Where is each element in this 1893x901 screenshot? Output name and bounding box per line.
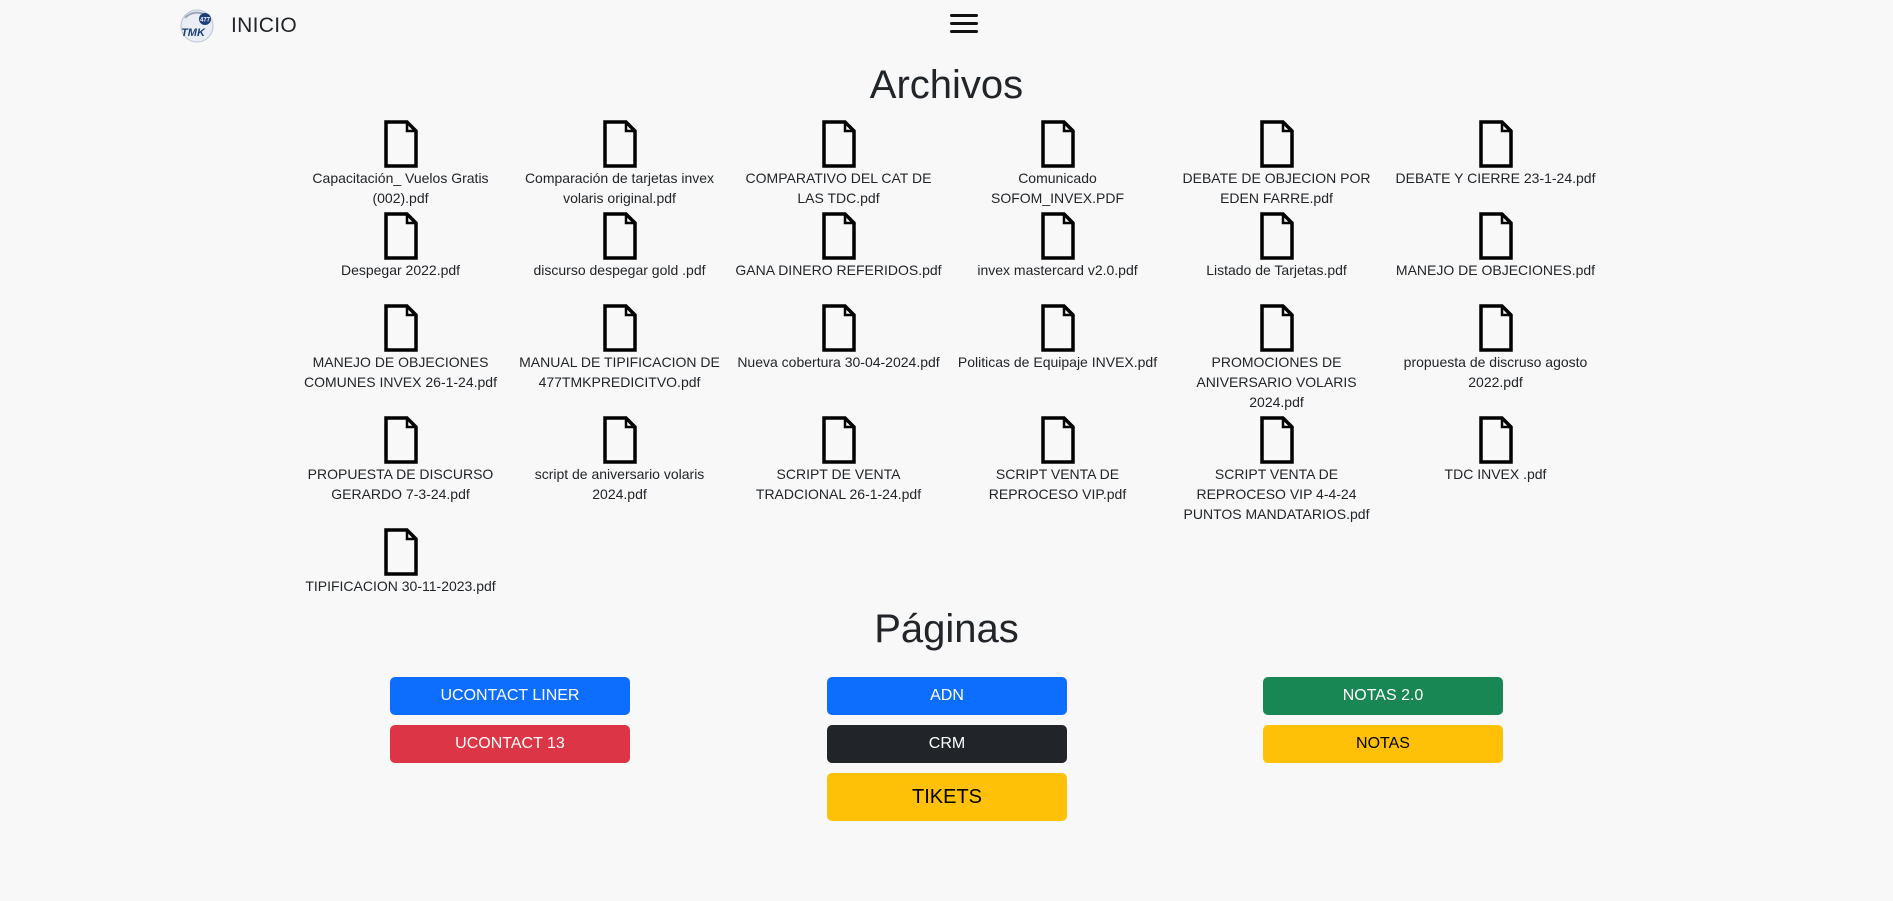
file-item[interactable]: Despegar 2022.pdf <box>291 212 510 280</box>
brand-logo: 477 TMK <box>177 8 217 44</box>
file-item[interactable]: TDC INVEX .pdf <box>1386 416 1605 484</box>
file-item[interactable]: GANA DINERO REFERIDOS.pdf <box>729 212 948 280</box>
svg-text:477: 477 <box>200 18 211 24</box>
brand-label: INICIO <box>231 14 297 37</box>
file-icon <box>821 304 856 352</box>
file-name: Capacitación_ Vuelos Gratis (002).pdf <box>312 170 489 206</box>
ucontact-13-button[interactable]: UCONTACT 13 <box>390 725 630 763</box>
crm-button[interactable]: CRM <box>827 725 1067 763</box>
file-item[interactable]: propuesta de discruso agosto 2022.pdf <box>1386 304 1605 392</box>
file-name: invex mastercard v2.0.pdf <box>977 262 1138 278</box>
file-name: SCRIPT VENTA DE REPROCESO VIP.pdf <box>988 466 1127 502</box>
file-name: TDC INVEX .pdf <box>1444 466 1547 482</box>
file-name: script de aniversario volaris 2024.pdf <box>534 466 705 502</box>
file-icon <box>383 212 418 260</box>
file-item[interactable]: MANUAL DE TIPIFICACION DE 477TMKPREDICIT… <box>510 304 729 392</box>
file-name: DEBATE DE OBJECION POR EDEN FARRE.pdf <box>1182 170 1371 206</box>
file-item[interactable]: Comparación de tarjetas invex volaris or… <box>510 120 729 208</box>
file-name: Despegar 2022.pdf <box>340 262 461 278</box>
file-name: MANEJO DE OBJECIONES COMUNES INVEX 26-1-… <box>304 354 497 390</box>
file-icon <box>1478 212 1513 260</box>
file-icon <box>1040 212 1075 260</box>
file-name: MANUAL DE TIPIFICACION DE 477TMKPREDICIT… <box>519 354 720 390</box>
file-item[interactable]: Comunicado SOFOM_INVEX.PDF <box>948 120 1167 208</box>
file-icon <box>821 212 856 260</box>
file-item[interactable]: SCRIPT VENTA DE REPROCESO VIP 4-4-24 PUN… <box>1167 416 1386 524</box>
file-name: Comparación de tarjetas invex volaris or… <box>524 170 715 206</box>
file-item[interactable]: invex mastercard v2.0.pdf <box>948 212 1167 280</box>
file-item[interactable]: PROMOCIONES DE ANIVERSARIO VOLARIS 2024.… <box>1167 304 1386 412</box>
files-section-title: Archivos <box>869 63 1024 107</box>
notas-2-button[interactable]: NOTAS 2.0 <box>1263 677 1503 715</box>
file-icon <box>1259 416 1294 464</box>
adn-button[interactable]: ADN <box>827 677 1067 715</box>
file-item[interactable]: MANEJO DE OBJECIONES.pdf <box>1386 212 1605 280</box>
file-icon <box>1478 120 1513 168</box>
navbar: 477 TMK INICIO <box>0 0 1893 50</box>
file-name: propuesta de discruso agosto 2022.pdf <box>1403 354 1588 390</box>
file-icon <box>602 416 637 464</box>
file-name: GANA DINERO REFERIDOS.pdf <box>735 262 942 278</box>
file-item[interactable]: Capacitación_ Vuelos Gratis (002).pdf <box>291 120 510 208</box>
file-icon <box>1259 304 1294 352</box>
file-name: Nueva cobertura 30-04-2024.pdf <box>737 354 940 370</box>
file-icon <box>1040 304 1075 352</box>
file-item[interactable]: Politicas de Equipaje INVEX.pdf <box>948 304 1167 372</box>
file-name: PROMOCIONES DE ANIVERSARIO VOLARIS 2024.… <box>1196 354 1357 410</box>
file-icon <box>383 416 418 464</box>
file-icon <box>1259 120 1294 168</box>
file-item[interactable]: DEBATE Y CIERRE 23-1-24.pdf <box>1386 120 1605 188</box>
file-icon <box>602 120 637 168</box>
file-item[interactable]: Nueva cobertura 30-04-2024.pdf <box>729 304 948 372</box>
file-item[interactable]: MANEJO DE OBJECIONES COMUNES INVEX 26-1-… <box>291 304 510 392</box>
file-icon <box>383 304 418 352</box>
file-name: SCRIPT VENTA DE REPROCESO VIP 4-4-24 PUN… <box>1183 466 1370 522</box>
file-icon <box>383 528 418 576</box>
file-item[interactable]: discurso despegar gold .pdf <box>510 212 729 280</box>
file-item[interactable]: Listado de Tarjetas.pdf <box>1167 212 1386 280</box>
file-icon <box>1040 120 1075 168</box>
file-name: discurso despegar gold .pdf <box>533 262 706 278</box>
pages-section-title: Páginas <box>874 607 1019 651</box>
file-item[interactable]: SCRIPT VENTA DE REPROCESO VIP.pdf <box>948 416 1167 504</box>
file-item[interactable]: PROPUESTA DE DISCURSO GERARDO 7-3-24.pdf <box>291 416 510 504</box>
file-icon <box>1259 212 1294 260</box>
file-icon <box>1478 416 1513 464</box>
svg-text:TMK: TMK <box>181 27 206 39</box>
ucontact-liner-button[interactable]: UCONTACT LINER <box>390 677 630 715</box>
tikets-button[interactable]: TIKETS <box>827 773 1067 821</box>
file-icon <box>602 304 637 352</box>
file-item[interactable]: TIPIFICACION 30-11-2023.pdf <box>291 528 510 596</box>
file-name: TIPIFICACION 30-11-2023.pdf <box>305 578 496 594</box>
brand-link[interactable]: 477 TMK INICIO <box>177 8 297 44</box>
file-name: DEBATE Y CIERRE 23-1-24.pdf <box>1395 170 1596 186</box>
file-name: Politicas de Equipaje INVEX.pdf <box>957 354 1158 370</box>
file-icon <box>383 120 418 168</box>
file-name: PROPUESTA DE DISCURSO GERARDO 7-3-24.pdf <box>307 466 494 502</box>
file-icon <box>821 120 856 168</box>
notas-button[interactable]: NOTAS <box>1263 725 1503 763</box>
file-icon <box>1040 416 1075 464</box>
file-icon <box>821 416 856 464</box>
file-name: MANEJO DE OBJECIONES.pdf <box>1395 262 1596 278</box>
file-icon <box>602 212 637 260</box>
file-item[interactable]: COMPARATIVO DEL CAT DE LAS TDC.pdf <box>729 120 948 208</box>
file-item[interactable]: DEBATE DE OBJECION POR EDEN FARRE.pdf <box>1167 120 1386 208</box>
hamburger-menu-icon[interactable] <box>950 12 978 36</box>
file-name: Listado de Tarjetas.pdf <box>1206 262 1347 278</box>
file-item[interactable]: script de aniversario volaris 2024.pdf <box>510 416 729 504</box>
file-item[interactable]: SCRIPT DE VENTA TRADCIONAL 26-1-24.pdf <box>729 416 948 504</box>
file-name: SCRIPT DE VENTA TRADCIONAL 26-1-24.pdf <box>755 466 922 502</box>
file-name: Comunicado SOFOM_INVEX.PDF <box>990 170 1125 206</box>
file-icon <box>1478 304 1513 352</box>
file-name: COMPARATIVO DEL CAT DE LAS TDC.pdf <box>745 170 932 206</box>
